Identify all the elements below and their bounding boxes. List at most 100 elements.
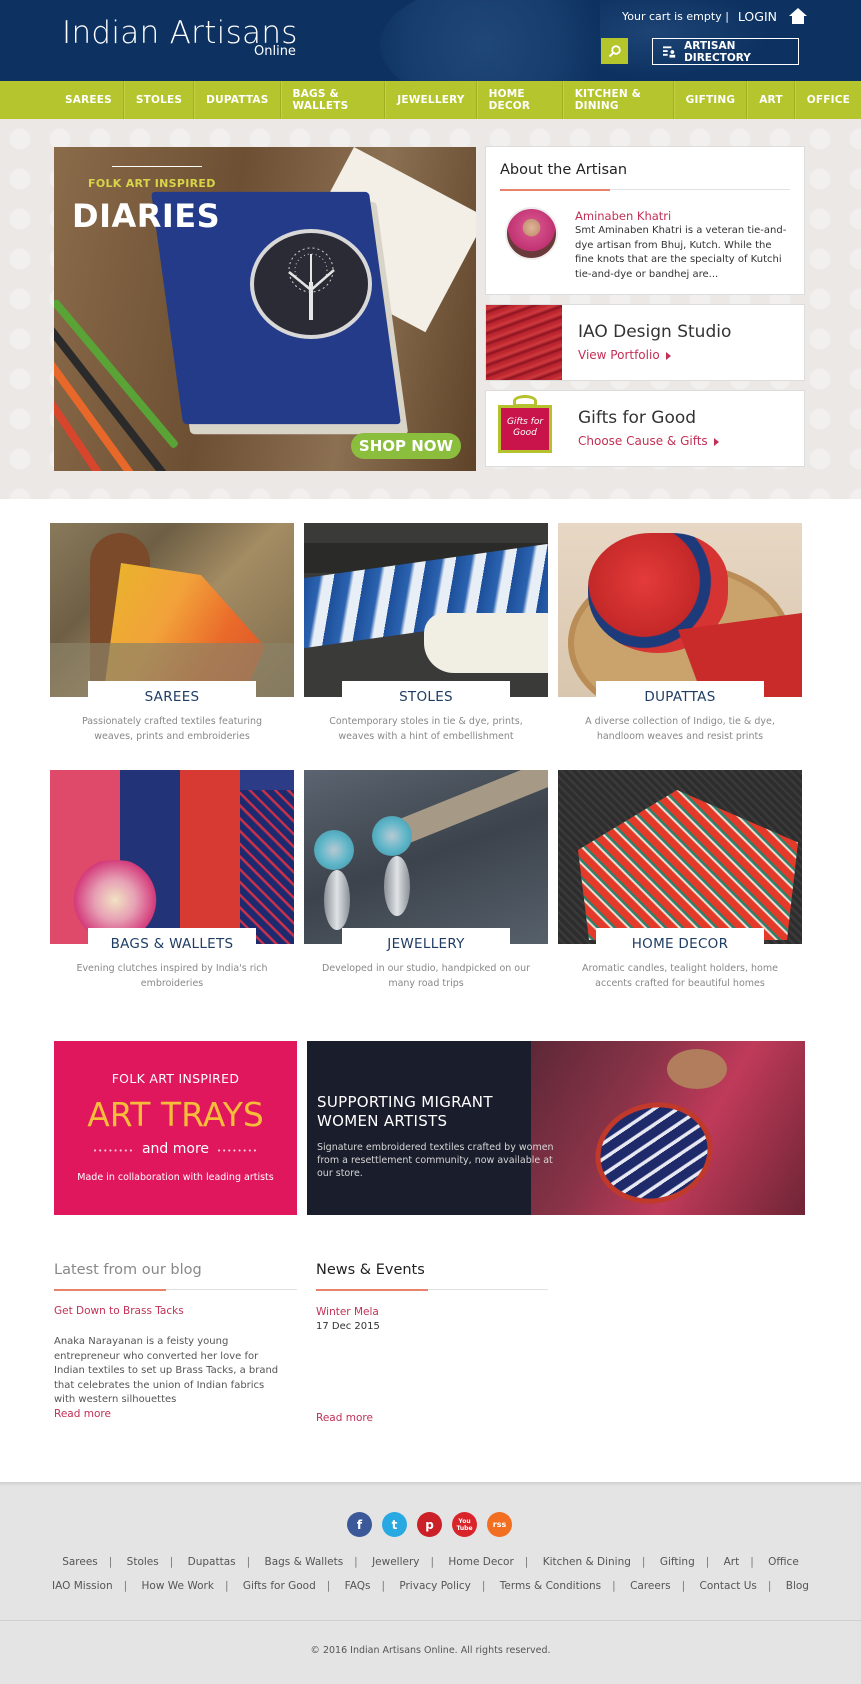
- header-topbar: Your cart is empty | LOGIN: [622, 8, 807, 24]
- category-card-dupattas[interactable]: DUPATTAS A diverse collection of Indigo,…: [558, 523, 802, 742]
- rss-icon[interactable]: rss: [487, 1512, 512, 1537]
- facebook-icon[interactable]: f: [347, 1512, 372, 1537]
- artisan-directory-button[interactable]: ARTISAN DIRECTORY: [652, 38, 799, 65]
- bags-wallets-image: [50, 770, 294, 944]
- nav-item-kitchen-dining[interactable]: KITCHEN & DINING: [562, 81, 674, 119]
- logo-sub-text: Online: [254, 44, 296, 59]
- site-logo[interactable]: Indian Artisans Online: [62, 16, 298, 59]
- about-artisan-card: About the Artisan Aminaben Khatri Smt Am…: [485, 146, 805, 295]
- migrant-text: Signature embroidered textiles crafted b…: [317, 1142, 554, 1179]
- choose-cause-link[interactable]: Choose Cause & Gifts: [578, 434, 719, 448]
- trays-kicker: FOLK ART INSPIRED: [111, 1071, 240, 1086]
- footer-link-art[interactable]: Art: [724, 1556, 740, 1568]
- social-links: f t p You Tube rss: [347, 1512, 512, 1537]
- diaries-banner[interactable]: FOLK ART INSPIRED DIARIES SHOP NOW: [54, 147, 476, 471]
- youtube-icon[interactable]: You Tube: [452, 1512, 477, 1537]
- embroidery-hand: [667, 1049, 727, 1089]
- tree-of-life-icon: [288, 247, 335, 320]
- footer-category-links: Sarees | Stoles | Dupattas | Bags & Wallets…: [62, 1556, 799, 1568]
- search-button[interactable]: [601, 38, 628, 64]
- nav-item-art[interactable]: ART: [747, 81, 795, 119]
- category-card-home-decor[interactable]: HOME DECOR Aromatic candles, tealight ho…: [558, 770, 802, 989]
- blog-read-more-link[interactable]: Read more: [54, 1408, 111, 1420]
- gift-box-icon: Gifts for Good: [498, 405, 552, 453]
- nav-item-dupattas[interactable]: DUPATTAS: [194, 81, 281, 119]
- category-label: HOME DECOR: [596, 928, 764, 956]
- banner-headline: DIARIES: [72, 197, 221, 235]
- category-desc: A diverse collection of Indigo, tie & dy…: [585, 716, 775, 742]
- footer-link-office[interactable]: Office: [768, 1556, 799, 1568]
- migrant-artists-promo[interactable]: SUPPORTING MIGRANT WOMEN ARTISTS Signatu…: [307, 1041, 805, 1215]
- login-link[interactable]: LOGIN: [738, 9, 777, 24]
- trays-headline: ART TRAYS: [87, 1095, 264, 1134]
- nav-item-home-decor[interactable]: HOME DECOR: [476, 81, 563, 119]
- category-label: DUPATTAS: [596, 681, 764, 709]
- blog-post-link[interactable]: Get Down to Brass Tacks: [54, 1305, 184, 1317]
- about-divider-accent: [500, 189, 610, 191]
- footer-link-blog[interactable]: Blog: [786, 1580, 809, 1592]
- about-title: About the Artisan: [500, 162, 628, 178]
- footer-link-terms[interactable]: Terms & Conditions: [500, 1580, 601, 1592]
- footer-shadow: [0, 1482, 861, 1486]
- design-studio-card[interactable]: IAO Design Studio View Portfolio: [485, 304, 805, 381]
- footer-link-kitchen-dining[interactable]: Kitchen & Dining: [543, 1556, 631, 1568]
- footer-link-privacy-policy[interactable]: Privacy Policy: [399, 1580, 471, 1592]
- category-desc: Developed in our studio, handpicked on o…: [321, 963, 531, 989]
- footer-link-contact-us[interactable]: Contact Us: [700, 1580, 757, 1592]
- trays-note: Made in collaboration with leading artis…: [77, 1172, 274, 1183]
- shop-now-button[interactable]: SHOP NOW: [351, 433, 461, 459]
- category-desc: Passionately crafted textiles featuring …: [81, 716, 263, 742]
- art-trays-promo[interactable]: FOLK ART INSPIRED ART TRAYS and more Mad…: [54, 1041, 297, 1215]
- sarees-image: [50, 523, 294, 697]
- dupattas-image: [558, 523, 802, 697]
- footer-link-stoles[interactable]: Stoles: [127, 1556, 159, 1568]
- home-decor-image: [558, 770, 802, 944]
- footer-link-iao-mission[interactable]: IAO Mission: [52, 1580, 113, 1592]
- category-card-stoles[interactable]: STOLES Contemporary stoles in tie & dye,…: [304, 523, 548, 742]
- directory-label: ARTISAN DIRECTORY: [684, 39, 751, 64]
- footer-link-dupattas[interactable]: Dupattas: [188, 1556, 236, 1568]
- studio-thumbnail: [486, 305, 562, 380]
- artisan-name-link[interactable]: Aminaben Khatri: [575, 209, 671, 223]
- twitter-icon[interactable]: t: [382, 1512, 407, 1537]
- artisan-bio: Smt Aminaben Khatri is a veteran tie-and…: [575, 225, 787, 280]
- gifts-for-good-card[interactable]: Gifts for Good Gifts for Good Choose Cau…: [485, 390, 805, 467]
- view-portfolio-link[interactable]: View Portfolio: [578, 348, 671, 362]
- nav-item-jewellery[interactable]: JEWELLERY: [385, 81, 477, 119]
- nav-item-bags-wallets[interactable]: BAGS & WALLETS: [280, 81, 386, 119]
- footer-link-jewellery[interactable]: Jewellery: [372, 1556, 419, 1568]
- copyright-text: © 2016 Indian Artisans Online. All right…: [310, 1645, 551, 1656]
- category-card-bags-wallets[interactable]: BAGS & WALLETS Evening clutches inspired…: [50, 770, 294, 989]
- nav-item-office[interactable]: OFFICE: [794, 81, 861, 119]
- footer-link-careers[interactable]: Careers: [630, 1580, 671, 1592]
- news-heading: News & Events: [316, 1262, 425, 1278]
- footer-link-bags-wallets[interactable]: Bags & Wallets: [265, 1556, 344, 1568]
- pinterest-icon[interactable]: p: [417, 1512, 442, 1537]
- news-event-link[interactable]: Winter Mela: [316, 1306, 379, 1318]
- blog-heading: Latest from our blog: [54, 1262, 202, 1278]
- artisan-avatar[interactable]: [505, 207, 558, 260]
- footer-link-how-we-work[interactable]: How We Work: [142, 1580, 214, 1592]
- banner-kicker: FOLK ART INSPIRED: [88, 177, 216, 190]
- category-label: STOLES: [342, 681, 510, 709]
- footer-link-faqs[interactable]: FAQs: [345, 1580, 371, 1592]
- footer-info-links: IAO Mission | How We Work | Gifts for Good…: [52, 1580, 809, 1592]
- category-desc: Contemporary stoles in tie & dye, prints…: [329, 716, 523, 742]
- trays-sub: and more: [54, 1141, 297, 1157]
- footer-link-gifting[interactable]: Gifting: [660, 1556, 695, 1568]
- footer-link-home-decor[interactable]: Home Decor: [448, 1556, 513, 1568]
- category-card-sarees[interactable]: SAREES Passionately crafted textiles fea…: [50, 523, 294, 742]
- footer-link-gifts-for-good[interactable]: Gifts for Good: [243, 1580, 316, 1592]
- news-read-more-link[interactable]: Read more: [316, 1412, 373, 1424]
- migrant-headline: SUPPORTING MIGRANT WOMEN ARTISTS: [317, 1093, 493, 1130]
- home-icon[interactable]: [789, 8, 807, 24]
- studio-title: IAO Design Studio: [578, 322, 732, 342]
- cart-status[interactable]: Your cart is empty |: [622, 10, 729, 23]
- nav-item-stoles[interactable]: STOLES: [123, 81, 195, 119]
- category-desc: Evening clutches inspired by India's ric…: [76, 963, 268, 989]
- category-card-jewellery[interactable]: JEWELLERY Developed in our studio, handp…: [304, 770, 548, 989]
- footer-link-sarees[interactable]: Sarees: [62, 1556, 98, 1568]
- site-header: Indian Artisans Online Your cart is empt…: [0, 0, 861, 81]
- nav-item-gifting[interactable]: GIFTING: [673, 81, 748, 119]
- nav-item-sarees[interactable]: SAREES: [54, 81, 124, 119]
